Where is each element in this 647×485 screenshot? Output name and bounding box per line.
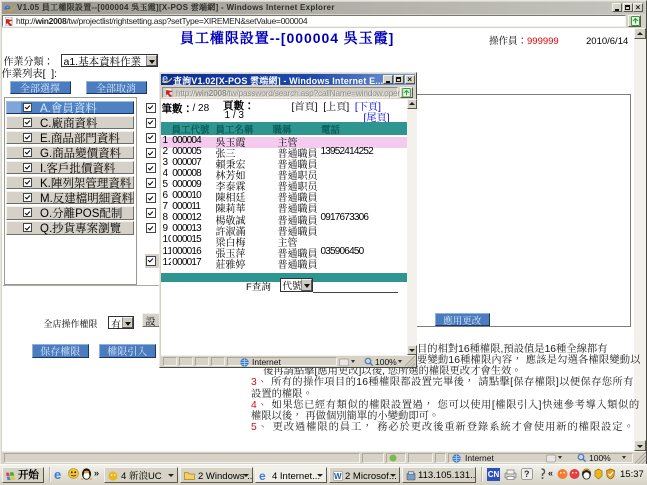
svg-text:W: W (334, 472, 342, 481)
svg-text:?: ? (524, 469, 530, 479)
svg-text:e: e (54, 468, 61, 481)
svg-text:e: e (259, 470, 266, 482)
